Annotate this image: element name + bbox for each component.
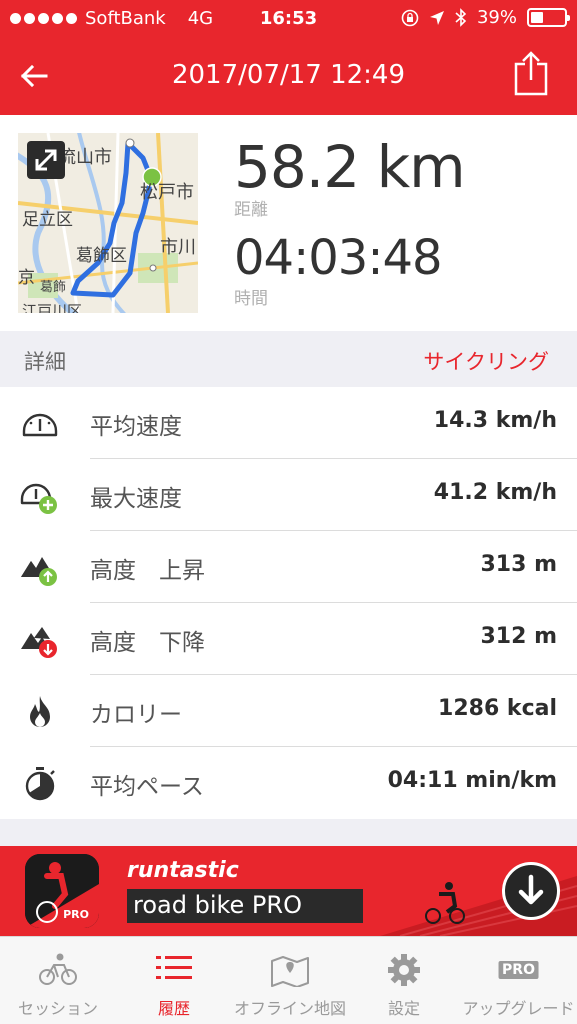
- detail-label: 最大速度: [90, 486, 182, 512]
- detail-label: 平均速度: [90, 414, 182, 440]
- pro-badge: PRO: [59, 907, 93, 922]
- expand-map-button[interactable]: [27, 141, 65, 179]
- flame-icon: [30, 696, 50, 727]
- product-box: road bike PRO: [127, 889, 363, 923]
- map-label: 江戸川区: [22, 302, 82, 313]
- expand-icon: [35, 149, 57, 171]
- cyclist-icon: [39, 953, 77, 985]
- battery-percent: 39%: [476, 7, 517, 28]
- location-arrow-icon: [429, 10, 444, 25]
- map-label: 市川: [160, 237, 196, 258]
- route-map-thumbnail[interactable]: 流山市 松戸市 足立区 葛飾区 市川 京 葛飾 江戸川区: [18, 133, 198, 313]
- section-title: 詳細: [24, 350, 66, 374]
- detail-row-avg-speed: 平均速度 14.3 km/h: [0, 387, 577, 459]
- page-title: 2017/07/17 12:49: [171, 60, 406, 90]
- spacer-band: [0, 819, 577, 846]
- detail-row-elevation-up: 高度 上昇 313 m: [0, 531, 577, 603]
- detail-row-calories: カロリー 1286 kcal: [0, 675, 577, 747]
- app-icon: PRO: [25, 854, 99, 928]
- app-root: SoftBank 4G 16:53 39% 2017/07/17 12:49 流…: [0, 0, 577, 1024]
- map-pin-icon: [271, 956, 309, 987]
- duration-stat: 04:03:48 時間: [234, 230, 443, 309]
- orientation-lock-icon: [401, 9, 419, 26]
- tab-bar: セッション 履歴 オフライン地図 設定 PRO アップグレード: [0, 936, 577, 1024]
- detail-label: カロリー: [90, 702, 182, 728]
- battery-fill: [531, 12, 543, 23]
- tab-label: セッション: [17, 999, 98, 1018]
- product-name: road bike PRO: [133, 891, 302, 919]
- tab-offline-maps[interactable]: オフライン地図: [232, 937, 348, 1024]
- detail-value: 04:11 min/km: [387, 768, 557, 793]
- detail-value: 313 m: [480, 552, 557, 577]
- tab-sessions[interactable]: セッション: [0, 937, 116, 1024]
- promo-banner[interactable]: PRO runtastic road bike PRO: [0, 846, 577, 936]
- elevation-up-icon: [21, 557, 57, 586]
- distance-stat: 58.2 km 距離: [234, 133, 466, 220]
- details-section-header: 詳細 サイクリング: [0, 331, 577, 387]
- tab-history[interactable]: 履歴: [116, 937, 232, 1024]
- cyclist-silhouette-icon: [425, 882, 465, 924]
- gear-icon: [388, 954, 420, 986]
- map-label: 足立区: [22, 210, 73, 230]
- status-bar: SoftBank 4G 16:53 39%: [0, 0, 577, 38]
- map-label: 流山市: [58, 147, 112, 168]
- header: SoftBank 4G 16:53 39% 2017/07/17 12:49: [0, 0, 577, 115]
- tab-upgrade[interactable]: PRO アップグレード: [460, 937, 577, 1024]
- detail-label: 高度 下降: [90, 630, 205, 656]
- map-label: 葛飾: [40, 280, 66, 295]
- detail-value: 312 m: [480, 624, 557, 649]
- activity-summary: 流山市 松戸市 足立区 葛飾区 市川 京 葛飾 江戸川区 58.2 km 距離 …: [0, 115, 577, 331]
- tab-label: 設定: [387, 999, 420, 1018]
- tab-label: 履歴: [157, 999, 190, 1018]
- detail-row-avg-pace: 平均ペース 04:11 min/km: [0, 747, 577, 819]
- detail-label: 平均ペース: [90, 774, 204, 800]
- speedometer-icon: [22, 413, 58, 437]
- nav-bar: 2017/07/17 12:49: [0, 38, 577, 115]
- map-label: 京: [18, 268, 35, 288]
- details-list: 平均速度 14.3 km/h 最大速度 41.2 km/h 高度 上昇 313 …: [0, 387, 577, 819]
- map-label: 松戸市: [140, 182, 194, 203]
- download-button[interactable]: [502, 862, 560, 920]
- elevation-down-icon: [21, 627, 57, 658]
- distance-value: 58.2 km: [234, 133, 466, 201]
- activity-type[interactable]: サイクリング: [423, 346, 549, 376]
- list-icon: [156, 956, 192, 979]
- detail-value: 14.3 km/h: [433, 408, 557, 433]
- brand-logo: runtastic: [127, 858, 239, 883]
- duration-value: 04:03:48: [234, 230, 443, 286]
- duration-label: 時間: [234, 289, 268, 309]
- share-icon[interactable]: [513, 50, 549, 96]
- detail-label: 高度 上昇: [90, 558, 205, 584]
- bluetooth-icon: [455, 8, 467, 27]
- tab-settings[interactable]: 設定: [348, 937, 460, 1024]
- stopwatch-icon: [25, 767, 55, 801]
- download-arrow-icon: [518, 874, 544, 905]
- detail-value: 1286 kcal: [438, 696, 557, 721]
- max-speed-icon: [20, 483, 57, 514]
- battery-icon: [527, 8, 570, 27]
- tab-label: アップグレード: [462, 999, 575, 1018]
- tab-label: オフライン地図: [233, 999, 346, 1018]
- map-label: 葛飾区: [76, 246, 127, 266]
- detail-row-max-speed: 最大速度 41.2 km/h: [0, 459, 577, 531]
- detail-row-elevation-down: 高度 下降 312 m: [0, 603, 577, 675]
- pro-icon: PRO: [498, 961, 539, 979]
- detail-value: 41.2 km/h: [433, 480, 557, 505]
- status-right: 39%: [401, 7, 570, 28]
